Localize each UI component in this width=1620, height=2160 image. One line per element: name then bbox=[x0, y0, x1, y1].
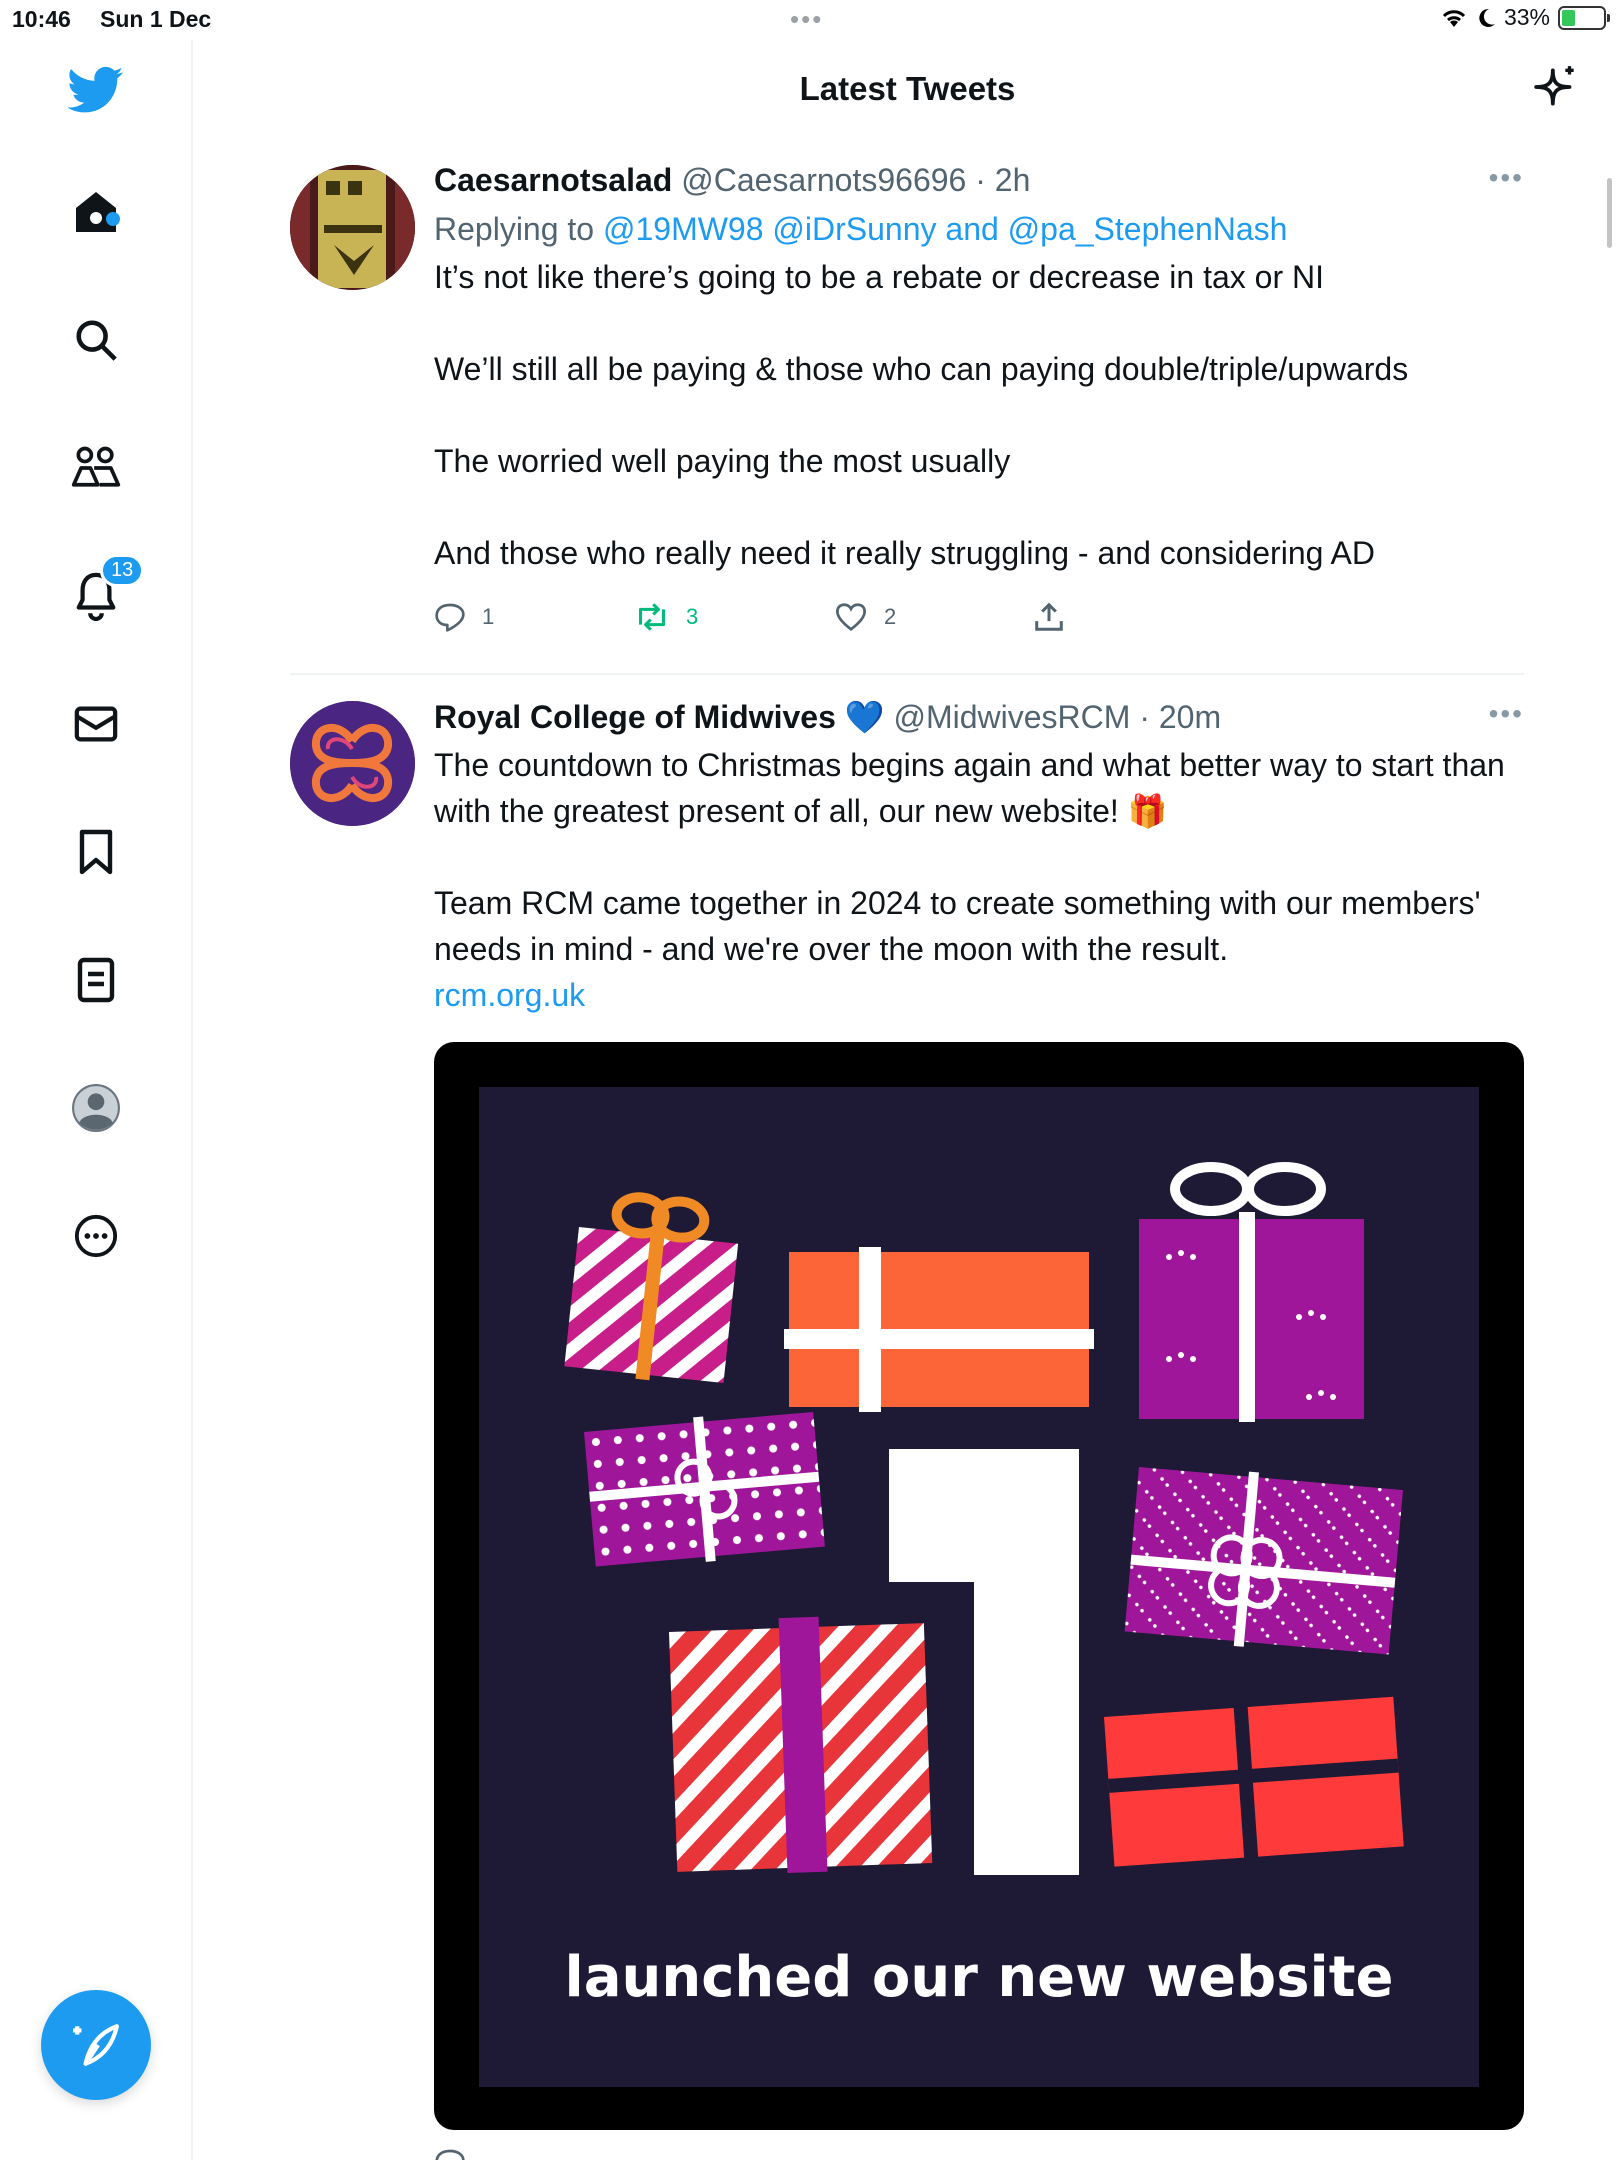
reply-button[interactable]: 1 bbox=[434, 602, 634, 632]
scrollbar-thumb[interactable] bbox=[1607, 178, 1612, 248]
communities-icon bbox=[71, 446, 121, 487]
nav-profile[interactable] bbox=[66, 1078, 126, 1138]
compose-tweet-button[interactable] bbox=[41, 1990, 151, 2100]
like-button[interactable]: 2 bbox=[834, 602, 1034, 632]
sparkle-icon bbox=[1534, 66, 1574, 106]
author-name[interactable]: Caesarnotsalad bbox=[434, 162, 672, 198]
tweet-actions bbox=[434, 2148, 634, 2160]
tweet-more-icon[interactable]: ••• bbox=[1489, 698, 1524, 730]
tweet-content: Caesarnotsalad @Caesarnots96696 · 2h •••… bbox=[434, 162, 1524, 576]
author-handle[interactable]: @Caesarnots96696 bbox=[681, 162, 966, 198]
share-button[interactable] bbox=[1034, 602, 1234, 632]
tweet-more-icon[interactable]: ••• bbox=[1489, 162, 1524, 194]
moon-icon bbox=[1479, 8, 1495, 27]
battery-level bbox=[1562, 9, 1576, 26]
retweet-count: 3 bbox=[686, 604, 699, 629]
author-name[interactable]: Royal College of Midwives bbox=[434, 699, 836, 735]
home-unread-dot bbox=[106, 212, 120, 226]
gifts-illustration bbox=[564, 1162, 1404, 1875]
avatar[interactable] bbox=[290, 165, 415, 290]
battery-percent: 33% bbox=[1503, 4, 1550, 30]
compose-tweet-icon bbox=[73, 2024, 119, 2066]
like-count: 2 bbox=[884, 604, 897, 629]
messages-icon bbox=[74, 706, 118, 742]
tweet-1[interactable]: Caesarnotsalad @Caesarnots96696 · 2h •••… bbox=[290, 162, 1524, 662]
page-title: Latest Tweets bbox=[799, 70, 1016, 107]
status-bar: 10:46 Sun 1 Dec ••• 33% bbox=[0, 0, 1620, 40]
tweet-actions: 1 3 2 bbox=[434, 602, 1234, 632]
tweet-2[interactable]: Royal College of Midwives 💙 @MidwivesRCM… bbox=[290, 698, 1524, 2160]
status-time: 10:46 bbox=[12, 6, 71, 32]
more-icon bbox=[74, 1214, 118, 1258]
reply-count: 1 bbox=[482, 604, 495, 629]
nav-lists[interactable] bbox=[66, 950, 126, 1010]
media-artwork: launched our new website bbox=[479, 1087, 1479, 2087]
retweet-button[interactable]: 3 bbox=[634, 602, 834, 632]
tweet-meta: Caesarnotsalad @Caesarnots96696 · 2h bbox=[434, 162, 1524, 199]
author-handle[interactable]: @MidwivesRCM bbox=[893, 699, 1130, 735]
multitasking-dots-icon[interactable]: ••• bbox=[790, 4, 823, 35]
lists-icon bbox=[77, 957, 115, 1003]
nav-search[interactable] bbox=[66, 310, 126, 370]
tweet-text: It’s not like there’s going to be a reba… bbox=[434, 259, 1409, 571]
bookmarks-icon bbox=[79, 829, 113, 875]
nav-communities[interactable] bbox=[66, 438, 126, 498]
media-caption: launched our new website bbox=[564, 1945, 1394, 2010]
tweet-time[interactable]: · 2h bbox=[975, 162, 1030, 198]
replying-to: Replying to @19MW98 @iDrSunny and @pa_St… bbox=[434, 211, 1524, 248]
sparkle-button[interactable] bbox=[1532, 62, 1582, 117]
nav-home[interactable] bbox=[66, 182, 126, 242]
avatar[interactable] bbox=[290, 701, 415, 826]
twitter-logo-icon[interactable] bbox=[66, 60, 126, 120]
share-icon bbox=[1035, 602, 1063, 631]
nav-bookmarks[interactable] bbox=[66, 822, 126, 882]
reply-icon bbox=[435, 2149, 465, 2160]
tweet-text: The countdown to Christmas begins again … bbox=[434, 747, 1505, 967]
nav-messages[interactable] bbox=[66, 694, 126, 754]
tweet-link[interactable]: rcm.org.uk bbox=[434, 972, 1524, 1018]
tweet-content: Royal College of Midwives 💙 @MidwivesRCM… bbox=[434, 698, 1524, 1018]
tweet-divider bbox=[290, 673, 1524, 675]
avatar-image bbox=[290, 165, 415, 290]
avatar-image bbox=[290, 701, 415, 826]
retweet-icon bbox=[639, 603, 665, 631]
replying-to-handles[interactable]: @19MW98 @iDrSunny and @pa_StephenNash bbox=[603, 211, 1287, 247]
wifi-icon bbox=[1442, 9, 1466, 27]
reply-button[interactable] bbox=[434, 2148, 634, 2160]
feed-header: Latest Tweets bbox=[195, 40, 1620, 140]
sidebar: 13 bbox=[0, 40, 193, 2160]
nav-more[interactable] bbox=[66, 1206, 126, 1266]
reply-icon bbox=[435, 603, 465, 632]
heart-icon bbox=[835, 603, 867, 631]
status-date: Sun 1 Dec bbox=[100, 6, 212, 32]
battery-icon bbox=[1558, 5, 1610, 30]
notifications-badge: 13 bbox=[100, 554, 145, 587]
status-right: 33% bbox=[1440, 4, 1610, 31]
profile-icon bbox=[72, 1084, 120, 1132]
tweet-media-image[interactable]: launched our new website bbox=[434, 1042, 1524, 2130]
tweet-meta: Royal College of Midwives 💙 @MidwivesRCM… bbox=[434, 698, 1524, 736]
verified-heart-emoji: 💙 bbox=[844, 699, 885, 735]
search-icon bbox=[76, 320, 117, 361]
tweet-time[interactable]: · 20m bbox=[1139, 699, 1221, 735]
replying-to-prefix: Replying to bbox=[434, 211, 603, 247]
